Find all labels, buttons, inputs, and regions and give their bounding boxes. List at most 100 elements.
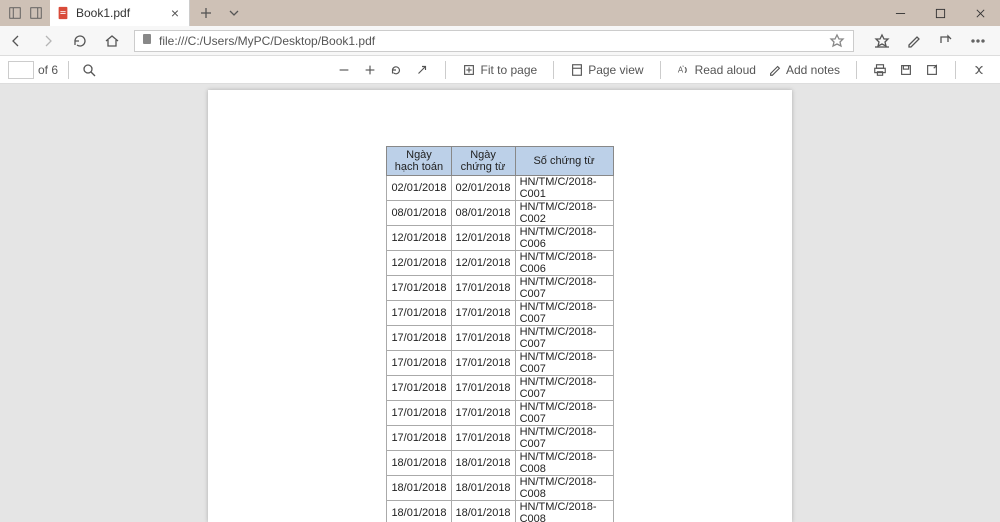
table-row: 12/01/201812/01/2018HN/TM/C/2018-C006: [387, 251, 613, 276]
save-as-button[interactable]: [919, 63, 945, 77]
table-row: 17/01/201817/01/2018HN/TM/C/2018-C007: [387, 276, 613, 301]
tab-title: Book1.pdf: [76, 6, 163, 20]
more-button[interactable]: [968, 31, 988, 51]
table-cell: HN/TM/C/2018-C006: [515, 226, 613, 251]
table-cell: HN/TM/C/2018-C007: [515, 376, 613, 401]
tab-close-button[interactable]: ×: [169, 5, 181, 21]
table-cell: 02/01/2018: [451, 176, 515, 201]
page-view-button[interactable]: Page view: [564, 63, 649, 77]
url-box[interactable]: [134, 30, 854, 52]
zoom-in-button[interactable]: [357, 63, 383, 77]
table-row: 17/01/201817/01/2018HN/TM/C/2018-C007: [387, 326, 613, 351]
read-aloud-button[interactable]: A»Read aloud: [671, 63, 762, 77]
back-button[interactable]: [6, 31, 26, 51]
table-cell: HN/TM/C/2018-C001: [515, 176, 613, 201]
pdf-toolbar: of 6 Fit to page Page view A»Read aloud …: [0, 56, 1000, 84]
table-cell: HN/TM/C/2018-C008: [515, 451, 613, 476]
home-button[interactable]: [102, 31, 122, 51]
table-cell: 18/01/2018: [387, 476, 451, 501]
window-maximize-button[interactable]: [920, 0, 960, 26]
table-cell: 17/01/2018: [451, 326, 515, 351]
new-tab-button[interactable]: [196, 3, 216, 23]
notes-button[interactable]: [904, 31, 924, 51]
table-cell: 17/01/2018: [451, 426, 515, 451]
favorites-hub-button[interactable]: [872, 31, 892, 51]
table-cell: HN/TM/C/2018-C002: [515, 201, 613, 226]
svg-text:»: »: [682, 64, 684, 68]
table-cell: HN/TM/C/2018-C008: [515, 476, 613, 501]
expand-button[interactable]: [409, 63, 435, 77]
table-cell: 12/01/2018: [451, 226, 515, 251]
save-button[interactable]: [893, 63, 919, 77]
window-close-button[interactable]: [960, 0, 1000, 26]
table-cell: 17/01/2018: [387, 351, 451, 376]
find-button[interactable]: [79, 60, 99, 80]
table-row: 02/01/201802/01/2018HN/TM/C/2018-C001: [387, 176, 613, 201]
window-minimize-button[interactable]: [880, 0, 920, 26]
print-button[interactable]: [867, 63, 893, 77]
table-cell: HN/TM/C/2018-C007: [515, 276, 613, 301]
table-cell: 17/01/2018: [451, 301, 515, 326]
forward-button[interactable]: [38, 31, 58, 51]
table-cell: 17/01/2018: [387, 426, 451, 451]
table-cell: 18/01/2018: [451, 476, 515, 501]
table-row: 17/01/201817/01/2018HN/TM/C/2018-C007: [387, 376, 613, 401]
share-button[interactable]: [936, 31, 956, 51]
zoom-out-button[interactable]: [331, 63, 357, 77]
tab-dropdown[interactable]: [224, 3, 244, 23]
table-cell: HN/TM/C/2018-C007: [515, 401, 613, 426]
table-cell: 17/01/2018: [387, 376, 451, 401]
table-cell: 17/01/2018: [451, 376, 515, 401]
table-cell: 08/01/2018: [387, 201, 451, 226]
file-icon: [141, 33, 153, 48]
table-cell: 17/01/2018: [387, 301, 451, 326]
table-cell: HN/TM/C/2018-C007: [515, 426, 613, 451]
fit-to-page-button[interactable]: Fit to page: [456, 63, 543, 77]
table-cell: 18/01/2018: [451, 501, 515, 522]
table-row: 17/01/201817/01/2018HN/TM/C/2018-C007: [387, 351, 613, 376]
rotate-button[interactable]: [383, 63, 409, 77]
add-notes-button[interactable]: Add notes: [762, 63, 846, 77]
table-header-col1: Ngày hạch toán: [387, 147, 451, 176]
table-row: 08/01/201808/01/2018HN/TM/C/2018-C002: [387, 201, 613, 226]
table-cell: 17/01/2018: [451, 351, 515, 376]
pdf-viewer[interactable]: Ngày hạch toán Ngày chứng từ Số chứng từ…: [0, 84, 1000, 522]
table-row: 17/01/201817/01/2018HN/TM/C/2018-C007: [387, 426, 613, 451]
table-cell: HN/TM/C/2018-C007: [515, 351, 613, 376]
page-number-input[interactable]: [8, 61, 34, 79]
title-bar: Book1.pdf ×: [0, 0, 1000, 26]
table-cell: 08/01/2018: [451, 201, 515, 226]
table-cell: 17/01/2018: [387, 276, 451, 301]
table-row: 17/01/201817/01/2018HN/TM/C/2018-C007: [387, 301, 613, 326]
table-cell: HN/TM/C/2018-C006: [515, 251, 613, 276]
set-aside-tabs[interactable]: [0, 0, 50, 26]
table-cell: 12/01/2018: [451, 251, 515, 276]
table-cell: 02/01/2018: [387, 176, 451, 201]
table-cell: 17/01/2018: [387, 401, 451, 426]
table-header-col2: Ngày chứng từ: [451, 147, 515, 176]
table-cell: HN/TM/C/2018-C007: [515, 326, 613, 351]
address-bar: [0, 26, 1000, 56]
table-cell: 18/01/2018: [387, 451, 451, 476]
url-input[interactable]: [159, 34, 821, 48]
table-cell: 12/01/2018: [387, 226, 451, 251]
table-cell: 18/01/2018: [451, 451, 515, 476]
table-row: 12/01/201812/01/2018HN/TM/C/2018-C006: [387, 226, 613, 251]
table-cell: 17/01/2018: [451, 401, 515, 426]
table-row: 18/01/201818/01/2018HN/TM/C/2018-C008: [387, 501, 613, 522]
pdf-table: Ngày hạch toán Ngày chứng từ Số chứng từ…: [386, 146, 613, 522]
table-row: 17/01/201817/01/2018HN/TM/C/2018-C007: [387, 401, 613, 426]
refresh-button[interactable]: [70, 31, 90, 51]
table-cell: 12/01/2018: [387, 251, 451, 276]
pdf-page: Ngày hạch toán Ngày chứng từ Số chứng từ…: [208, 90, 792, 522]
table-cell: 17/01/2018: [387, 326, 451, 351]
pdf-icon: [56, 6, 70, 20]
table-cell: 18/01/2018: [387, 501, 451, 522]
table-cell: 17/01/2018: [451, 276, 515, 301]
browser-tab[interactable]: Book1.pdf ×: [50, 0, 190, 26]
favorite-button[interactable]: [827, 31, 847, 51]
table-row: 18/01/201818/01/2018HN/TM/C/2018-C008: [387, 476, 613, 501]
pdf-more-button[interactable]: [966, 63, 992, 77]
table-cell: HN/TM/C/2018-C008: [515, 501, 613, 522]
table-row: 18/01/201818/01/2018HN/TM/C/2018-C008: [387, 451, 613, 476]
